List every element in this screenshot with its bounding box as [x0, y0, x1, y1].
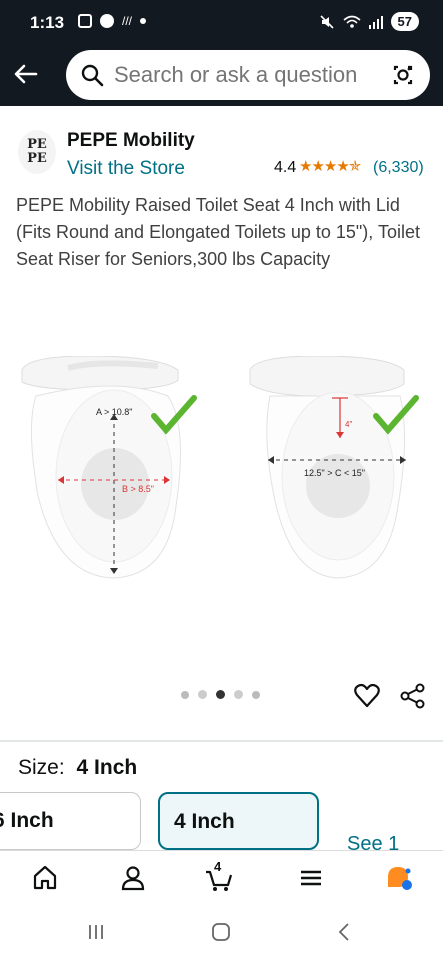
system-navigation-bar — [0, 902, 443, 960]
dimension-height-label: 4" — [345, 420, 352, 429]
carousel-dot — [252, 690, 260, 699]
home-button-icon[interactable] — [209, 920, 233, 944]
size-selected-value: 4 Inch — [76, 756, 138, 779]
toilet-round-illustration — [21, 356, 181, 579]
size-option-4-inch[interactable]: 4 Inch — [158, 792, 319, 850]
home-icon[interactable] — [30, 863, 60, 893]
battery-indicator: 57 — [390, 12, 419, 31]
status-time: 1:13 — [30, 13, 65, 32]
brand-name: PEPE Mobility — [67, 130, 195, 151]
carousel-indicator[interactable] — [181, 690, 260, 699]
carousel-dot — [181, 690, 189, 699]
bottom-nav: 4 — [0, 850, 443, 902]
status-bar: 1:13 /// 57 — [0, 0, 443, 46]
app-notification-icon — [100, 14, 114, 28]
brand-row: PE PE PEPE Mobility Visit the Store 4.4 … — [0, 126, 443, 184]
signal-slash-icon: /// — [122, 14, 133, 28]
back-button-icon[interactable] — [333, 920, 357, 944]
account-icon[interactable] — [118, 863, 148, 893]
size-selection-header: Size: 4 Inch — [18, 756, 137, 780]
status-right-icons: 57 — [319, 12, 419, 31]
search-input[interactable] — [114, 62, 384, 88]
star-rating[interactable]: ★★★★✯ — [299, 157, 361, 175]
dimension-c-label: 12.5" > C < 15" — [304, 468, 365, 478]
cart-count: 4 — [214, 859, 222, 874]
size-label: Size: — [18, 756, 65, 779]
rating-value[interactable]: 4.4 — [274, 159, 296, 177]
recent-apps-icon[interactable] — [84, 920, 108, 944]
camera-lens-icon[interactable] — [390, 62, 416, 88]
toilet-elongated-illustration — [249, 356, 406, 579]
more-notifications-icon — [140, 18, 147, 24]
carousel-dot — [198, 690, 207, 699]
mute-icon — [319, 14, 334, 29]
back-arrow-icon[interactable] — [12, 60, 40, 88]
dimension-a-label: A > 10.8" — [96, 407, 132, 417]
brand-logo[interactable]: PE PE — [18, 130, 56, 174]
review-count-link[interactable]: (6,330) — [373, 159, 424, 177]
cell-signal-icon — [368, 15, 383, 29]
search-bar[interactable] — [66, 50, 430, 100]
heart-icon[interactable] — [353, 682, 381, 710]
carousel-dot-active — [216, 690, 225, 699]
section-divider — [0, 740, 443, 742]
wifi-icon — [343, 15, 361, 28]
product-title: PEPE Mobility Raised Toilet Seat 4 Inch … — [16, 195, 420, 269]
product-image[interactable]: A > 10.8" B > 8.5" 4" 12.5" > C < 15" — [18, 356, 426, 596]
share-icon[interactable] — [400, 683, 426, 709]
cart-button[interactable]: 4 — [204, 859, 234, 893]
search-icon — [81, 64, 104, 87]
size-option-6-inch[interactable]: 6 Inch — [0, 792, 141, 850]
menu-icon[interactable] — [296, 863, 326, 893]
app-header — [0, 46, 443, 106]
rufus-assistant-icon[interactable] — [384, 863, 414, 893]
screenshot-icon — [78, 14, 92, 28]
carousel-dot — [234, 690, 243, 699]
notification-icons: /// — [78, 14, 147, 28]
dimension-b-label: B > 8.5" — [122, 484, 154, 494]
visit-store-link[interactable]: Visit the Store — [67, 158, 185, 180]
